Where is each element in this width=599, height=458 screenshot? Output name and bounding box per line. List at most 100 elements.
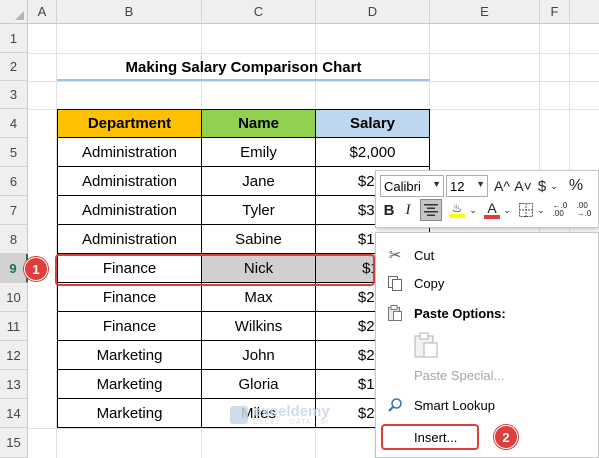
column-header-b[interactable]: B bbox=[57, 0, 202, 24]
paste-option-button[interactable] bbox=[376, 329, 598, 363]
row-header-7[interactable]: 7 bbox=[0, 196, 28, 225]
menu-item-label: Copy bbox=[414, 275, 445, 291]
table-cell-department[interactable]: Finance bbox=[57, 312, 202, 341]
table-cell-name[interactable]: Wilkins bbox=[202, 312, 316, 341]
row-header-13[interactable]: 13 bbox=[0, 370, 28, 399]
title-underline bbox=[57, 79, 430, 81]
table-cell-name[interactable]: John bbox=[202, 341, 316, 370]
italic-button[interactable]: I bbox=[401, 199, 415, 221]
percent-style-button[interactable]: % bbox=[566, 175, 586, 197]
table-cell-department[interactable]: Administration bbox=[57, 167, 202, 196]
table-cell-name[interactable]: Tyler bbox=[202, 196, 316, 225]
row-header-15[interactable]: 15 bbox=[0, 428, 28, 458]
menu-item-paste-options: Paste Options: bbox=[376, 300, 598, 326]
table-cell-name[interactable]: Jane bbox=[202, 167, 316, 196]
row-header-2[interactable]: 2 bbox=[0, 53, 28, 81]
increase-decimal-button[interactable]: ←.0.00 bbox=[549, 199, 571, 221]
menu-item-label: Cut bbox=[414, 247, 435, 263]
grow-font-button[interactable]: A^ bbox=[492, 175, 512, 197]
table-cell-department-selected[interactable]: Finance bbox=[57, 254, 202, 283]
font-color-letter-icon: A bbox=[487, 199, 497, 216]
borders-icon bbox=[519, 203, 533, 217]
font-name-box[interactable]: Calibri ▼ bbox=[380, 175, 444, 197]
table-cell-department[interactable]: Finance bbox=[57, 283, 202, 312]
column-header-a[interactable]: A bbox=[28, 0, 57, 24]
chevron-down-icon[interactable]: ⌄ bbox=[468, 199, 478, 221]
row-header-10[interactable]: 10 bbox=[0, 283, 28, 312]
font-size-box[interactable]: 12 ▼ bbox=[446, 175, 488, 197]
header-cell-salary[interactable]: Salary bbox=[316, 109, 430, 138]
row-header-5[interactable]: 5 bbox=[0, 138, 28, 167]
chevron-down-icon[interactable]: ⌄ bbox=[536, 199, 546, 221]
copy-icon bbox=[376, 275, 414, 291]
row-header-6[interactable]: 6 bbox=[0, 167, 28, 196]
context-menu: ✂ Cut Copy Paste Options: Paste Special.… bbox=[375, 232, 599, 458]
shrink-font-button[interactable]: A˅ bbox=[513, 175, 533, 197]
column-header-d[interactable]: D bbox=[316, 0, 430, 24]
paste-clipboard-icon bbox=[414, 332, 438, 361]
chevron-down-icon: ▼ bbox=[476, 179, 485, 189]
column-header-g[interactable] bbox=[570, 0, 599, 24]
table-cell-name[interactable]: Gloria bbox=[202, 370, 316, 399]
borders-button[interactable] bbox=[516, 199, 536, 221]
menu-item-smart-lookup[interactable]: Smart Lookup bbox=[376, 392, 598, 418]
row-header-12[interactable]: 12 bbox=[0, 341, 28, 370]
menu-item-label: Insert... bbox=[414, 429, 458, 445]
menu-item-paste-special[interactable]: Paste Special... bbox=[376, 362, 598, 388]
row-header-3[interactable]: 3 bbox=[0, 81, 28, 109]
menu-item-cut[interactable]: ✂ Cut bbox=[376, 242, 598, 268]
decrease-decimal-icon: .00 →.0 bbox=[576, 201, 592, 218]
column-header-c[interactable]: C bbox=[202, 0, 316, 24]
watermark-subtext: EXCEL · DATA · BI bbox=[253, 419, 329, 426]
table-cell-name[interactable]: Emily bbox=[202, 138, 316, 167]
currency-format-button[interactable]: $ bbox=[535, 175, 549, 197]
watermark-logo-icon bbox=[230, 406, 248, 424]
fill-color-button[interactable]: ♨ bbox=[446, 199, 468, 221]
menu-item-insert[interactable]: Insert... bbox=[376, 424, 598, 450]
header-cell-department[interactable]: Department bbox=[57, 109, 202, 138]
menu-item-label: Paste Special... bbox=[414, 367, 505, 383]
table-cell-department[interactable]: Marketing bbox=[57, 399, 202, 428]
row-header-1[interactable]: 1 bbox=[0, 24, 28, 53]
fill-color-swatch bbox=[449, 214, 465, 218]
table-cell-name[interactable]: Sabine bbox=[202, 225, 316, 254]
step-badge-2: 2 bbox=[494, 425, 518, 449]
column-header-e[interactable]: E bbox=[430, 0, 540, 24]
font-color-swatch bbox=[484, 214, 500, 219]
menu-item-label: Smart Lookup bbox=[414, 397, 495, 413]
table-cell-name-selected[interactable]: Nick bbox=[202, 254, 316, 283]
row-header-14[interactable]: 14 bbox=[0, 399, 28, 428]
table-cell-department[interactable]: Administration bbox=[57, 138, 202, 167]
gridline bbox=[28, 81, 599, 82]
table-cell-department[interactable]: Marketing bbox=[57, 370, 202, 399]
row-header-4[interactable]: 4 bbox=[0, 109, 28, 138]
font-size-value: 12 bbox=[450, 178, 465, 194]
table-cell-department[interactable]: Administration bbox=[57, 196, 202, 225]
column-header-f[interactable]: F bbox=[540, 0, 570, 24]
clipboard-icon bbox=[376, 305, 414, 321]
watermark: exceldemy EXCEL · DATA · BI bbox=[230, 404, 330, 426]
step-badge-1: 1 bbox=[24, 257, 48, 281]
font-color-button[interactable]: A bbox=[482, 199, 502, 221]
select-all-corner[interactable] bbox=[0, 0, 28, 24]
table-cell-department[interactable]: Administration bbox=[57, 225, 202, 254]
center-align-button[interactable] bbox=[420, 199, 442, 221]
menu-item-label: Paste Options: bbox=[414, 305, 506, 321]
row-header-11[interactable]: 11 bbox=[0, 312, 28, 341]
menu-item-copy[interactable]: Copy bbox=[376, 270, 598, 296]
mini-toolbar: Calibri ▼ 12 ▼ A^ A˅ $ ⌄ % B I ♨ ⌄ A ⌄ ⌄ ←… bbox=[375, 170, 599, 228]
increase-decimal-icon: ←.0.00 bbox=[552, 201, 568, 218]
watermark-text: exceldemy bbox=[253, 403, 330, 420]
table-cell-salary[interactable]: $2,000 bbox=[316, 138, 430, 167]
header-cell-name[interactable]: Name bbox=[202, 109, 316, 138]
chevron-down-icon[interactable]: ⌄ bbox=[502, 199, 512, 221]
row-header-8[interactable]: 8 bbox=[0, 225, 28, 254]
decrease-decimal-button[interactable]: .00 →.0 bbox=[573, 199, 595, 221]
table-cell-department[interactable]: Marketing bbox=[57, 341, 202, 370]
bold-button[interactable]: B bbox=[380, 199, 398, 221]
font-name-value: Calibri bbox=[384, 178, 421, 194]
select-all-triangle bbox=[15, 11, 24, 20]
chevron-down-icon[interactable]: ⌄ bbox=[549, 175, 559, 197]
table-cell-name[interactable]: Max bbox=[202, 283, 316, 312]
sheet-title[interactable]: Making Salary Comparison Chart bbox=[57, 53, 430, 81]
